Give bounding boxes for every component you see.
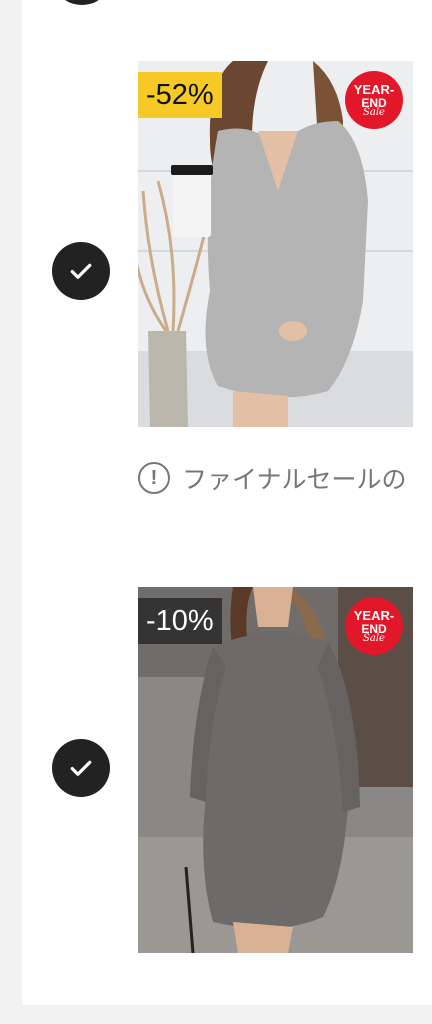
discount-badge: -10%	[138, 598, 222, 644]
product-image-item-1[interactable]: -52% YEAR- END Sale	[138, 61, 413, 427]
product-image-item-2[interactable]: -10% YEAR- END Sale	[138, 587, 413, 953]
final-sale-notice: ! ファイナルセールの	[138, 458, 432, 498]
select-checkbox-item-1[interactable]	[52, 242, 110, 300]
checkmark-icon	[70, 263, 92, 279]
checkmark-icon	[70, 760, 92, 776]
notice-text: ファイナルセールの	[182, 465, 407, 494]
year-end-sale-badge: YEAR- END Sale	[345, 597, 403, 655]
exclamation-circle-icon: !	[138, 462, 170, 494]
year-end-sale-badge: YEAR- END Sale	[345, 71, 403, 129]
select-checkbox-item-2[interactable]	[52, 739, 110, 797]
discount-badge: -52%	[138, 72, 222, 118]
